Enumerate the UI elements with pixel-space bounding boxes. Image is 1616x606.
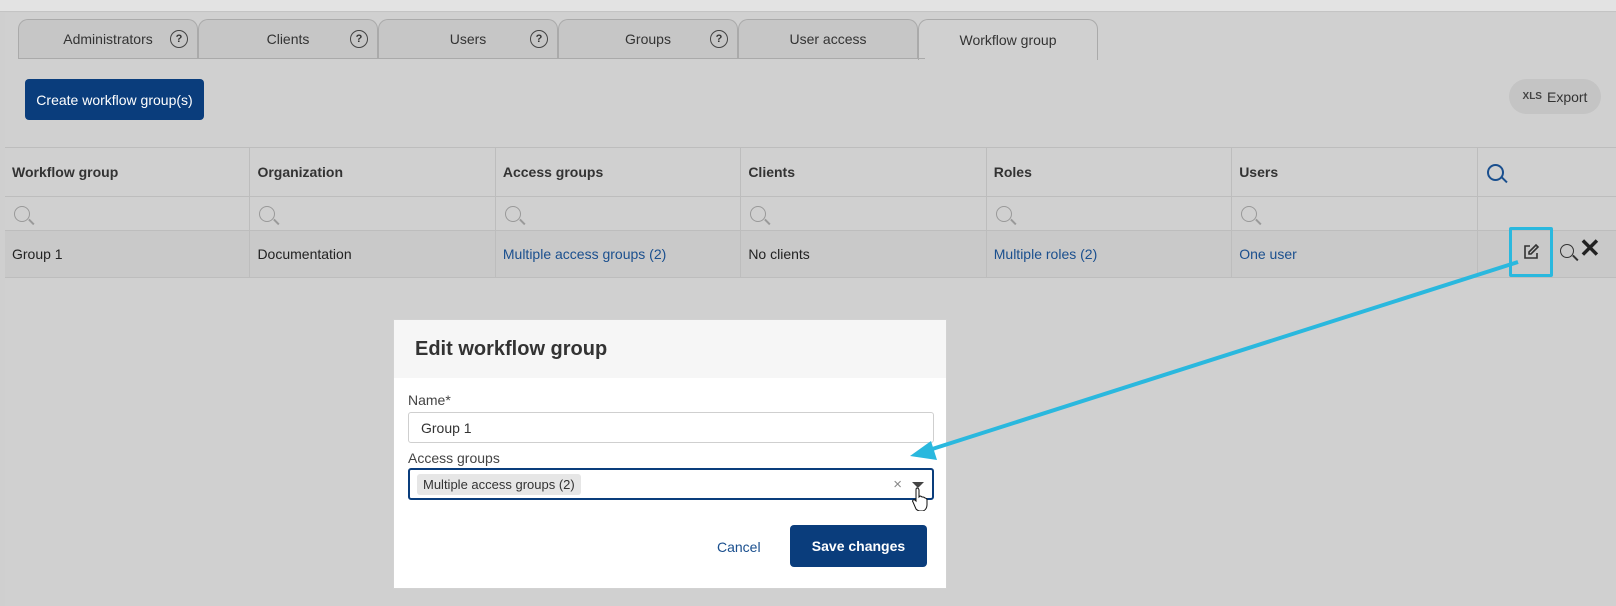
search-icon[interactable]	[1486, 163, 1504, 181]
workflow-group-table: Workflow group Organization Access group…	[5, 147, 1616, 278]
column-header[interactable]: Workflow group	[5, 148, 251, 196]
edit-icon[interactable]	[1522, 243, 1540, 261]
export-label: Export	[1546, 88, 1588, 105]
save-changes-button[interactable]: Save changes	[790, 525, 927, 567]
cell-workflow-group: Group 1	[5, 231, 251, 277]
access-groups-label: Access groups	[408, 450, 500, 466]
tab-users[interactable]: Users ?	[378, 19, 558, 58]
tab-label: Users	[449, 31, 487, 47]
filter-clients[interactable]	[741, 197, 987, 230]
cancel-button[interactable]: Cancel	[717, 539, 761, 555]
cell-clients: No clients	[741, 231, 987, 277]
tab-label: Groups	[625, 31, 671, 47]
name-label: Name*	[408, 392, 451, 408]
roles-link[interactable]: Multiple roles (2)	[987, 231, 1233, 277]
access-groups-select[interactable]: Multiple access groups (2) ×	[408, 468, 934, 500]
tab-clients[interactable]: Clients ?	[198, 19, 378, 58]
create-workflow-group-button[interactable]: Create workflow group(s)	[25, 79, 204, 120]
column-header[interactable]: Access groups	[496, 148, 742, 196]
help-icon[interactable]: ?	[530, 30, 548, 48]
tab-underline	[18, 58, 925, 59]
filter-access-groups[interactable]	[496, 197, 742, 230]
search-icon[interactable]	[1560, 244, 1574, 258]
access-groups-chip: Multiple access groups (2)	[417, 473, 581, 495]
export-button[interactable]: XLS Export	[1509, 79, 1601, 114]
cell-organization: Documentation	[250, 231, 496, 277]
name-field[interactable]: Group 1	[408, 412, 934, 443]
search-icon	[14, 205, 30, 222]
filter-row	[5, 196, 1616, 230]
filter-organization[interactable]	[250, 197, 496, 230]
header-search-cell	[1478, 148, 1616, 196]
help-icon[interactable]: ?	[170, 30, 188, 48]
users-link[interactable]: One user	[1232, 231, 1478, 277]
table-header-row: Workflow group Organization Access group…	[5, 147, 1616, 196]
access-groups-link[interactable]: Multiple access groups (2)	[496, 231, 742, 277]
edit-button-highlight[interactable]	[1509, 227, 1553, 277]
help-icon[interactable]: ?	[710, 30, 728, 48]
dialog-title: Edit workflow group	[394, 320, 946, 378]
tab-workflow-group[interactable]: Workflow group	[918, 19, 1098, 60]
tab-bar: Administrators ? Clients ? Users ? Group…	[18, 19, 1098, 60]
filter-empty	[1478, 197, 1616, 230]
pointer-cursor-icon	[912, 487, 928, 511]
search-icon	[259, 205, 276, 222]
column-header[interactable]: Clients	[741, 148, 987, 196]
close-icon[interactable]: ✕	[1579, 235, 1601, 261]
column-header[interactable]: Organization	[250, 148, 496, 196]
top-strip	[0, 0, 1616, 12]
search-icon	[995, 205, 1012, 222]
filter-roles[interactable]	[987, 197, 1233, 230]
tab-user-access[interactable]: User access	[738, 19, 918, 58]
search-icon	[504, 205, 521, 222]
xls-icon: XLS	[1522, 91, 1542, 102]
tab-label: User access	[789, 31, 867, 47]
clear-icon[interactable]: ×	[893, 476, 902, 493]
column-header[interactable]: Users	[1232, 148, 1478, 196]
column-header[interactable]: Roles	[987, 148, 1233, 196]
edit-workflow-group-dialog: Edit workflow group Name* Group 1 Access…	[393, 319, 947, 589]
filter-users[interactable]	[1232, 197, 1478, 230]
filter-workflow-group[interactable]	[5, 197, 251, 230]
table-row: Group 1 Documentation Multiple access gr…	[5, 230, 1616, 278]
tab-administrators[interactable]: Administrators ?	[18, 19, 198, 58]
tab-label: Workflow group	[959, 32, 1057, 48]
tab-label: Clients	[266, 31, 310, 47]
help-icon[interactable]: ?	[350, 30, 368, 48]
tab-groups[interactable]: Groups ?	[558, 19, 738, 58]
search-icon	[750, 205, 767, 222]
search-icon	[1241, 205, 1258, 222]
tab-label: Administrators	[63, 31, 153, 47]
